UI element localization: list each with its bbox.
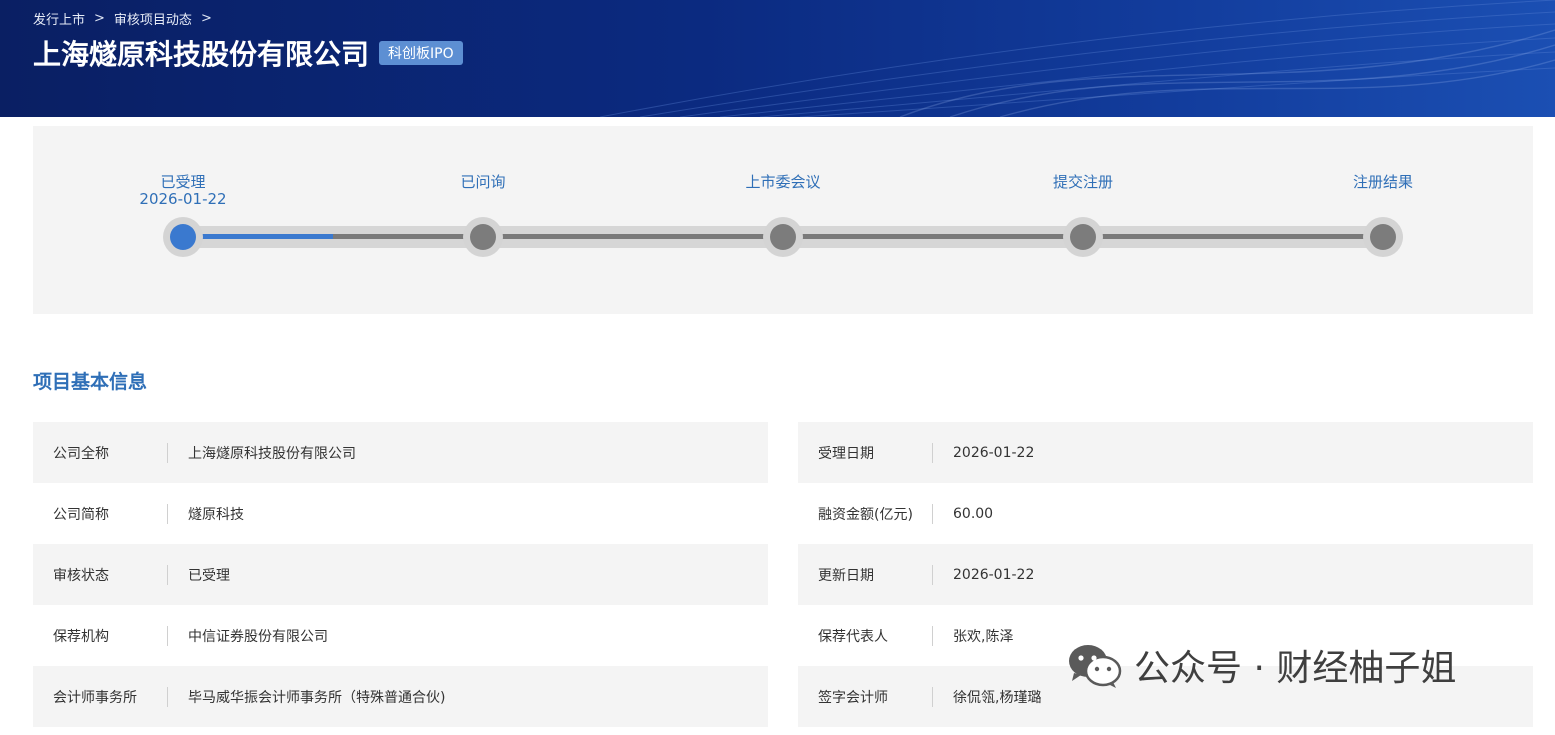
info-value: 60.00 bbox=[953, 505, 994, 522]
step-label: 提交注册 bbox=[1052, 173, 1113, 191]
board-badge: 科创板IPO bbox=[379, 41, 463, 65]
info-label: 审核状态 bbox=[53, 567, 109, 584]
info-value: 2026-01-22 bbox=[953, 444, 1035, 461]
info-label: 签字会计师 bbox=[818, 689, 888, 706]
chevron-right-icon: > bbox=[94, 10, 105, 26]
step-label: 已问询 bbox=[460, 173, 506, 191]
info-value: 中信证券股份有限公司 bbox=[188, 628, 328, 645]
info-row: 公司简称 燧原科技 bbox=[33, 483, 768, 544]
step-dot bbox=[770, 224, 796, 250]
info-label: 更新日期 bbox=[818, 567, 874, 584]
watermark: 公众号 · 财经柚子姐 bbox=[1066, 640, 1456, 690]
info-value: 燧原科技 bbox=[188, 506, 244, 523]
info-row: 更新日期 2026-01-22 bbox=[798, 544, 1533, 605]
breadcrumb: 发行上市 > 审核项目动态 > bbox=[33, 9, 221, 28]
page-title: 上海燧原科技股份有限公司 bbox=[33, 38, 370, 71]
info-row: 会计师事务所 毕马威华振会计师事务所（特殊普通合伙) bbox=[33, 666, 768, 727]
info-value: 毕马威华振会计师事务所（特殊普通合伙) bbox=[188, 689, 446, 706]
info-value: 上海燧原科技股份有限公司 bbox=[188, 445, 356, 462]
info-row: 审核状态 已受理 bbox=[33, 544, 768, 605]
info-value: 2026-01-22 bbox=[953, 566, 1035, 583]
info-label: 公司简称 bbox=[53, 506, 109, 523]
info-label: 融资金额(亿元) bbox=[818, 506, 913, 523]
step-date: 2026-01-22 bbox=[139, 190, 227, 208]
info-label: 会计师事务所 bbox=[53, 689, 137, 706]
step-label: 已受理 bbox=[160, 173, 206, 191]
step-label: 上市委会议 bbox=[745, 173, 821, 191]
progress-card: 已受理 2026-01-22 已问询 上市委会议 提交注册 注册结果 bbox=[33, 126, 1533, 314]
info-row: 保荐机构 中信证券股份有限公司 bbox=[33, 605, 768, 666]
section-title: 项目基本信息 bbox=[33, 371, 148, 393]
info-label: 受理日期 bbox=[818, 445, 874, 462]
breadcrumb-item-issuance[interactable]: 发行上市 bbox=[33, 9, 85, 28]
step-dot bbox=[470, 224, 496, 250]
step-dot bbox=[1370, 224, 1396, 250]
step-dot bbox=[170, 224, 196, 250]
info-value: 徐侃瓴,杨瑾璐 bbox=[953, 689, 1042, 706]
info-label: 保荐机构 bbox=[53, 628, 109, 645]
info-label: 公司全称 bbox=[53, 445, 109, 462]
info-value: 已受理 bbox=[188, 567, 230, 584]
breadcrumb-item-review-projects[interactable]: 审核项目动态 bbox=[114, 9, 192, 28]
header-banner: 发行上市 > 审核项目动态 > 上海燧原科技股份有限公司 科创板IPO bbox=[0, 0, 1555, 117]
info-label: 保荐代表人 bbox=[818, 628, 888, 645]
info-value: 张欢,陈泽 bbox=[953, 628, 1014, 645]
info-row: 受理日期 2026-01-22 bbox=[798, 422, 1533, 483]
info-row: 融资金额(亿元) 60.00 bbox=[798, 483, 1533, 544]
step-label: 注册结果 bbox=[1352, 173, 1413, 191]
step-dot bbox=[1070, 224, 1096, 250]
title-row: 上海燧原科技股份有限公司 科创板IPO bbox=[33, 33, 463, 73]
watermark-text: 公众号 · 财经柚子姐 bbox=[1134, 648, 1457, 689]
chevron-right-icon: > bbox=[200, 10, 212, 26]
progress-fill bbox=[183, 234, 333, 239]
wechat-icon bbox=[1069, 645, 1122, 688]
info-table-left: 公司全称 上海燧原科技股份有限公司 公司简称 燧原科技 审核状态 已受理 保荐机… bbox=[33, 422, 768, 727]
info-row: 公司全称 上海燧原科技股份有限公司 bbox=[33, 422, 768, 483]
